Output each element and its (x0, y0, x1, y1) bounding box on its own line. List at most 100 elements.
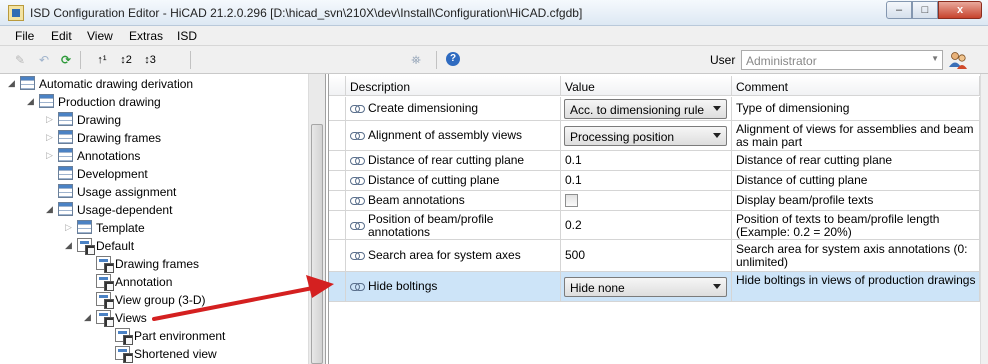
value-dropdown[interactable]: Hide none (564, 277, 727, 297)
comment-cell[interactable]: Display beam/profile texts (732, 191, 980, 210)
value-cell[interactable]: 0.2 (561, 211, 732, 239)
row-indicator[interactable] (329, 191, 346, 210)
grid-scrollbar[interactable] (980, 74, 988, 364)
grid-row[interactable]: Position of beam/profile annotations 0.2 P… (329, 211, 980, 240)
value-cell[interactable]: 0.1 (561, 171, 732, 190)
tree-scrollbar[interactable] (308, 74, 325, 364)
row-indicator[interactable] (329, 97, 346, 120)
grid-row[interactable]: Search area for system axes 500 Search are… (329, 240, 980, 272)
comment-cell[interactable]: Position of texts to beam/profile length… (732, 211, 980, 239)
value-text[interactable]: 500 (565, 249, 585, 262)
comment-cell[interactable]: Distance of rear cutting plane (732, 151, 980, 170)
tree-item[interactable]: ◢ Default (0, 237, 306, 255)
grid-row[interactable]: Distance of rear cutting plane 0.1 Distanc… (329, 151, 980, 171)
row-indicator[interactable] (329, 211, 346, 239)
value-checkbox[interactable] (565, 194, 578, 207)
undo-icon[interactable]: ↶ (36, 52, 52, 68)
menu-view[interactable]: View (87, 29, 113, 43)
value-cell[interactable]: 500 (561, 240, 732, 271)
description-cell[interactable]: Hide boltings (346, 272, 561, 301)
chevron-down-icon (713, 106, 721, 111)
menu-file[interactable]: File (15, 29, 34, 43)
expand-icon[interactable]: ▷ (46, 113, 56, 125)
toolbar-separator (436, 51, 437, 69)
tree-item[interactable]: Usage assignment (0, 183, 306, 201)
expand-icon[interactable]: ▷ (65, 221, 75, 233)
description-cell[interactable]: Position of beam/profile annotations (346, 211, 561, 239)
sort-up-icon[interactable]: ↑¹ (94, 52, 110, 68)
comment-cell[interactable]: Hide boltings in views of production dra… (732, 272, 980, 301)
description-cell[interactable]: Beam annotations (346, 191, 561, 210)
description-cell[interactable]: Create dimensioning (346, 97, 561, 120)
sort-12-icon[interactable]: ↕2 (118, 52, 134, 68)
collapse-icon[interactable]: ◢ (65, 239, 75, 251)
value-text[interactable]: 0.1 (565, 154, 582, 167)
collapse-icon[interactable]: ◢ (46, 203, 56, 215)
value-text[interactable]: 0.2 (565, 219, 582, 232)
value-cell[interactable]: Acc. to dimensioning rule (561, 97, 732, 120)
tree-item[interactable]: View group (3-D) (0, 291, 306, 309)
row-indicator[interactable] (329, 240, 346, 271)
grid-row[interactable]: Beam annotations Display beam/profile tex… (329, 191, 980, 211)
value-cell[interactable]: Hide none (561, 272, 732, 301)
description-cell[interactable]: Alignment of assembly views (346, 121, 561, 150)
collapse-icon[interactable]: ◢ (84, 311, 94, 323)
refresh-icon[interactable]: ⟳ (58, 52, 74, 68)
comment-cell[interactable]: Type of dimensioning (732, 97, 980, 120)
description-cell[interactable]: Search area for system axes (346, 240, 561, 271)
comment-cell[interactable]: Search area for system axis annotations … (732, 240, 980, 271)
tree-item[interactable]: ▷ Template (0, 219, 306, 237)
tree-item[interactable]: ◢ Usage-dependent (0, 201, 306, 219)
header-value[interactable]: Value (561, 76, 732, 96)
tree-item[interactable]: Part environment (0, 327, 306, 345)
tree-item[interactable]: Drawing frames (0, 255, 306, 273)
tree-item[interactable]: ▷ Annotations (0, 147, 306, 165)
description-cell[interactable]: Distance of cutting plane (346, 171, 561, 190)
value-cell[interactable]: Processing position (561, 121, 732, 150)
tree-item[interactable]: ◢ Production drawing (0, 93, 306, 111)
menu-edit[interactable]: Edit (51, 29, 72, 43)
pencil-icon[interactable]: ✎ (12, 52, 28, 68)
collapse-icon[interactable]: ◢ (8, 77, 18, 89)
value-dropdown[interactable]: Processing position (564, 126, 727, 146)
row-indicator[interactable] (329, 151, 346, 170)
expand-icon[interactable]: ▷ (46, 149, 56, 161)
grid-row[interactable]: Hide boltings Hide none Hide boltings in v… (329, 272, 980, 302)
tree-scroll-thumb[interactable] (311, 124, 323, 364)
tree-item[interactable]: ◢ Views (0, 309, 306, 327)
grid-row[interactable]: Alignment of assembly views Processing po… (329, 121, 980, 151)
users-icon[interactable] (948, 50, 968, 70)
row-indicator[interactable] (329, 272, 346, 301)
minimize-button[interactable]: – (886, 1, 912, 19)
tree-item[interactable]: Annotation (0, 273, 306, 291)
grid-row[interactable]: Distance of cutting plane 0.1 Distance of … (329, 171, 980, 191)
expand-icon[interactable]: ▷ (46, 131, 56, 143)
grid-row[interactable]: Create dimensioning Acc. to dimensioning … (329, 97, 980, 121)
value-cell[interactable] (561, 191, 732, 210)
comment-cell[interactable]: Alignment of views for assemblies and be… (732, 121, 980, 150)
header-description[interactable]: Description (346, 76, 561, 96)
tree-item[interactable]: Development (0, 165, 306, 183)
sort-13-icon[interactable]: ↕3 (142, 52, 158, 68)
menu-extras[interactable]: Extras (129, 29, 163, 43)
row-indicator[interactable] (329, 121, 346, 150)
binoculars-icon[interactable]: ⛯ (408, 52, 424, 68)
tree-item[interactable]: ◢ Automatic drawing derivation (0, 75, 306, 93)
value-dropdown[interactable]: Acc. to dimensioning rule (564, 99, 727, 119)
help-icon[interactable]: ? (446, 52, 460, 66)
comment-cell[interactable]: Distance of cutting plane (732, 171, 980, 190)
tree-item[interactable]: Shortened view (0, 345, 306, 363)
row-indicator[interactable] (329, 171, 346, 190)
collapse-icon[interactable]: ◢ (27, 95, 37, 107)
tree-item-label: Views (115, 311, 147, 325)
value-text[interactable]: 0.1 (565, 174, 582, 187)
tree-item[interactable]: ▷ Drawing frames (0, 129, 306, 147)
value-cell[interactable]: 0.1 (561, 151, 732, 170)
maximize-button[interactable]: □ (912, 1, 938, 19)
user-select[interactable]: Administrator ▼ (741, 50, 943, 70)
header-comment[interactable]: Comment (732, 76, 980, 96)
description-cell[interactable]: Distance of rear cutting plane (346, 151, 561, 170)
close-button[interactable]: x (938, 1, 982, 19)
tree-item[interactable]: ▷ Drawing (0, 111, 306, 129)
menu-isd[interactable]: ISD (177, 29, 197, 43)
